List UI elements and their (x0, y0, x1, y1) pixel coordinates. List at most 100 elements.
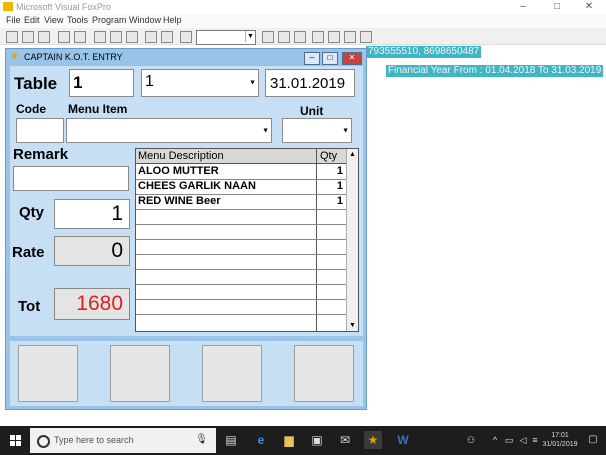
minimize-icon[interactable]: – (304, 52, 320, 65)
tot-field: 1680 (54, 288, 130, 320)
folder-icon[interactable]: ▆ (280, 431, 298, 449)
store-icon[interactable]: ▣ (308, 431, 326, 449)
menu-item-label: Menu Item (68, 102, 128, 116)
row-desc: CHEES GARLIK NAAN (138, 180, 256, 192)
table-row[interactable]: RED WINE Beer 1 (136, 194, 347, 210)
close-icon[interactable]: ✕ (572, 0, 606, 14)
items-grid[interactable]: Menu Description Qty ALOO MUTTER 1 CHEES… (135, 148, 359, 332)
table-row[interactable] (136, 284, 347, 300)
edge-icon[interactable]: e (252, 431, 270, 449)
clock-date: 31/01/2019 (542, 441, 578, 448)
table-select-value: 1 (145, 73, 154, 90)
remark-input[interactable] (13, 166, 129, 191)
menu-file[interactable]: File (6, 15, 21, 25)
dialog-title-bar: ★ CAPTAIN K.O.T. ENTRY – □ ✕ (6, 49, 366, 66)
minimize-icon[interactable]: – (506, 0, 540, 14)
copy-icon[interactable] (110, 31, 122, 43)
wizard-icon[interactable] (360, 31, 372, 43)
open-icon[interactable] (22, 31, 34, 43)
table-row[interactable] (136, 239, 347, 255)
qty-label: Qty (19, 204, 45, 221)
table-row[interactable] (136, 254, 347, 270)
paste-icon[interactable] (126, 31, 138, 43)
maximize-icon[interactable]: □ (322, 52, 338, 65)
save-icon[interactable] (38, 31, 50, 43)
table-row[interactable] (136, 209, 347, 225)
date-field[interactable]: 31.01.2019 (265, 69, 355, 97)
form-icon[interactable] (262, 31, 274, 43)
print-icon[interactable] (58, 31, 70, 43)
table-input[interactable]: 1 (69, 69, 134, 97)
search-placeholder: Type here to search (54, 435, 134, 445)
report-icon[interactable] (278, 31, 290, 43)
unit-select[interactable]: ▼ (282, 118, 352, 143)
run-icon[interactable] (180, 31, 192, 43)
phone-numbers: 793555510, 8698650487 (366, 46, 482, 58)
scroll-up-icon[interactable]: ▲ (347, 149, 358, 160)
menu-item-select[interactable]: ▼ (66, 118, 272, 143)
table-value: 1 (73, 73, 83, 92)
rate-field: 0 (54, 236, 130, 266)
database-icon[interactable] (312, 31, 324, 43)
button-bar (10, 341, 363, 406)
qty-value: 1 (111, 202, 123, 225)
tot-value: 1680 (76, 292, 123, 315)
word-icon[interactable]: W (394, 431, 412, 449)
table-row[interactable]: ALOO MUTTER 1 (136, 164, 347, 180)
fox-icon (3, 2, 13, 11)
menu-program[interactable]: Program (92, 15, 127, 25)
label-icon[interactable] (294, 31, 306, 43)
rate-label: Rate (12, 244, 45, 261)
table-select[interactable]: 1 ▼ (141, 69, 259, 97)
fox-icon: ★ (10, 51, 19, 62)
toolbar: ▼ (0, 28, 606, 45)
new-icon[interactable] (6, 31, 18, 43)
preview-icon[interactable] (74, 31, 86, 43)
table-row[interactable] (136, 224, 347, 240)
maximize-icon[interactable]: □ (540, 0, 574, 14)
people-icon[interactable]: ⚇ (462, 431, 480, 449)
scroll-down-icon[interactable]: ▼ (347, 320, 358, 331)
table-row[interactable] (136, 269, 347, 285)
table-row[interactable] (136, 299, 347, 315)
microphone-icon[interactable]: 🎙 (195, 434, 208, 445)
menu-tools[interactable]: Tools (67, 15, 88, 25)
cut-icon[interactable] (94, 31, 106, 43)
notifications-icon[interactable]: ▢ (584, 431, 602, 449)
table-label: Table (14, 74, 58, 93)
chevron-down-icon: ▼ (245, 31, 255, 42)
menu-edit[interactable]: Edit (24, 15, 40, 25)
menu-window[interactable]: Window (129, 15, 161, 25)
action-button-3[interactable] (202, 345, 262, 402)
unit-label: Unit (300, 104, 324, 118)
menu-view[interactable]: View (44, 15, 63, 25)
action-button-4[interactable] (294, 345, 354, 402)
grid-scrollbar[interactable]: ▲ ▼ (346, 149, 358, 331)
kot-form: Table 1 1 ▼ 31.01.2019 Code Menu Item Un… (10, 66, 363, 336)
undo-icon[interactable] (145, 31, 157, 43)
action-button-2[interactable] (110, 345, 170, 402)
clock-time: 17:01 (551, 432, 569, 439)
menu-help[interactable]: Help (163, 15, 182, 25)
close-icon[interactable]: ✕ (342, 52, 362, 65)
windows-start-icon[interactable] (10, 435, 21, 446)
remark-label: Remark (13, 146, 69, 163)
query-icon[interactable] (344, 31, 356, 43)
table-row[interactable] (136, 314, 347, 329)
taskbar-clock[interactable]: 17:01 31/01/2019 (540, 431, 580, 449)
action-button-1[interactable] (18, 345, 78, 402)
fox-icon[interactable]: ★ (364, 431, 382, 449)
header-menu-description: Menu Description (138, 150, 224, 162)
table-icon[interactable] (328, 31, 340, 43)
task-view-icon[interactable]: ▤ (222, 431, 240, 449)
taskbar-search[interactable]: Type here to search 🎙 (30, 428, 216, 453)
row-desc: RED WINE Beer (138, 195, 221, 207)
toolbar-combo[interactable]: ▼ (196, 30, 256, 45)
code-input[interactable] (16, 118, 64, 143)
redo-icon[interactable] (161, 31, 173, 43)
table-row[interactable]: CHEES GARLIK NAAN 1 (136, 179, 347, 195)
mail-icon[interactable]: ✉ (336, 431, 354, 449)
tot-label: Tot (18, 298, 41, 315)
rate-value: 0 (111, 239, 123, 262)
qty-input[interactable]: 1 (54, 199, 130, 229)
